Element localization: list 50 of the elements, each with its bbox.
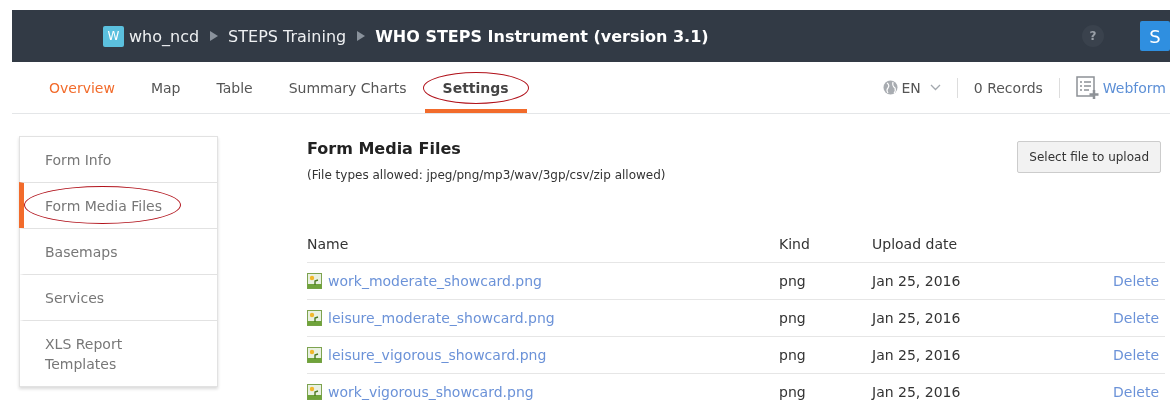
chevron-right-icon — [356, 31, 366, 41]
tab[interactable]: Summary Charts — [270, 62, 425, 113]
delete-link[interactable]: Delete — [1113, 310, 1159, 326]
file-link[interactable]: leisure_vigorous_showcard.png — [328, 347, 547, 363]
table-cell-text: Jan 25, 2016 — [872, 384, 962, 400]
globe-icon — [883, 80, 899, 95]
image-file-icon — [307, 347, 322, 363]
language-selector[interactable]: EN — [883, 79, 941, 96]
project-avatar: W — [103, 25, 124, 47]
table-cell-text: Jan 25, 2016 — [872, 347, 962, 363]
image-file-icon — [307, 384, 322, 400]
table-cell-text: Jan 25, 2016 — [872, 273, 962, 289]
webform-link[interactable]: Webform — [1075, 76, 1166, 99]
sidebar-item[interactable]: Basemaps — [19, 228, 217, 274]
table-cell-text: png — [779, 273, 807, 289]
file-link[interactable]: work_vigorous_showcard.png — [328, 384, 534, 400]
form-plus-icon — [1075, 76, 1099, 99]
breadcrumb-link[interactable]: STEPS Training — [228, 26, 347, 46]
file-link[interactable]: work_moderate_showcard.png — [328, 273, 542, 289]
section-title: Form Media Files — [307, 139, 462, 158]
breadcrumb-link[interactable]: who_ncd — [129, 26, 200, 46]
tab[interactable]: Overview — [31, 62, 133, 113]
table-cell-text: Jan 25, 2016 — [872, 310, 962, 326]
delete-link[interactable]: Delete — [1113, 347, 1159, 363]
table-cell-text: png — [779, 310, 807, 326]
column-header: Name — [307, 236, 350, 252]
breadcrumb-link[interactable]: WHO STEPS Instrument (version 3.1) — [375, 26, 709, 46]
upload-button[interactable]: Select file to upload — [1017, 141, 1161, 173]
tab[interactable]: Table — [198, 62, 271, 113]
sidebar-item[interactable]: Form Media Files — [19, 182, 217, 228]
column-header: Kind — [779, 236, 811, 252]
user-avatar[interactable]: S — [1140, 21, 1170, 51]
delete-link[interactable]: Delete — [1113, 384, 1159, 400]
file-types-note: (File types allowed: jpeg/png/mp3/wav/3gp/csv/zip allowed) — [307, 168, 666, 182]
help-button[interactable]: ? — [1082, 25, 1104, 47]
image-file-icon — [307, 273, 322, 289]
tab[interactable]: Settings — [424, 62, 527, 113]
sidebar-item[interactable]: Services — [19, 274, 217, 320]
tab[interactable]: Map — [132, 62, 199, 113]
chevron-right-icon — [209, 31, 219, 41]
image-file-icon — [307, 310, 322, 326]
file-link[interactable]: leisure_moderate_showcard.png — [328, 310, 555, 326]
sidebar-item[interactable]: Form Info — [19, 137, 217, 182]
table-cell-text: png — [779, 384, 807, 400]
column-header: Upload date — [872, 236, 959, 252]
table-cell-text: png — [779, 347, 807, 363]
sidebar-item[interactable]: XLS Report Templates — [19, 320, 217, 386]
delete-link[interactable]: Delete — [1113, 273, 1159, 289]
caret-icon — [929, 84, 941, 91]
record-count: 0 Records — [973, 79, 1043, 96]
